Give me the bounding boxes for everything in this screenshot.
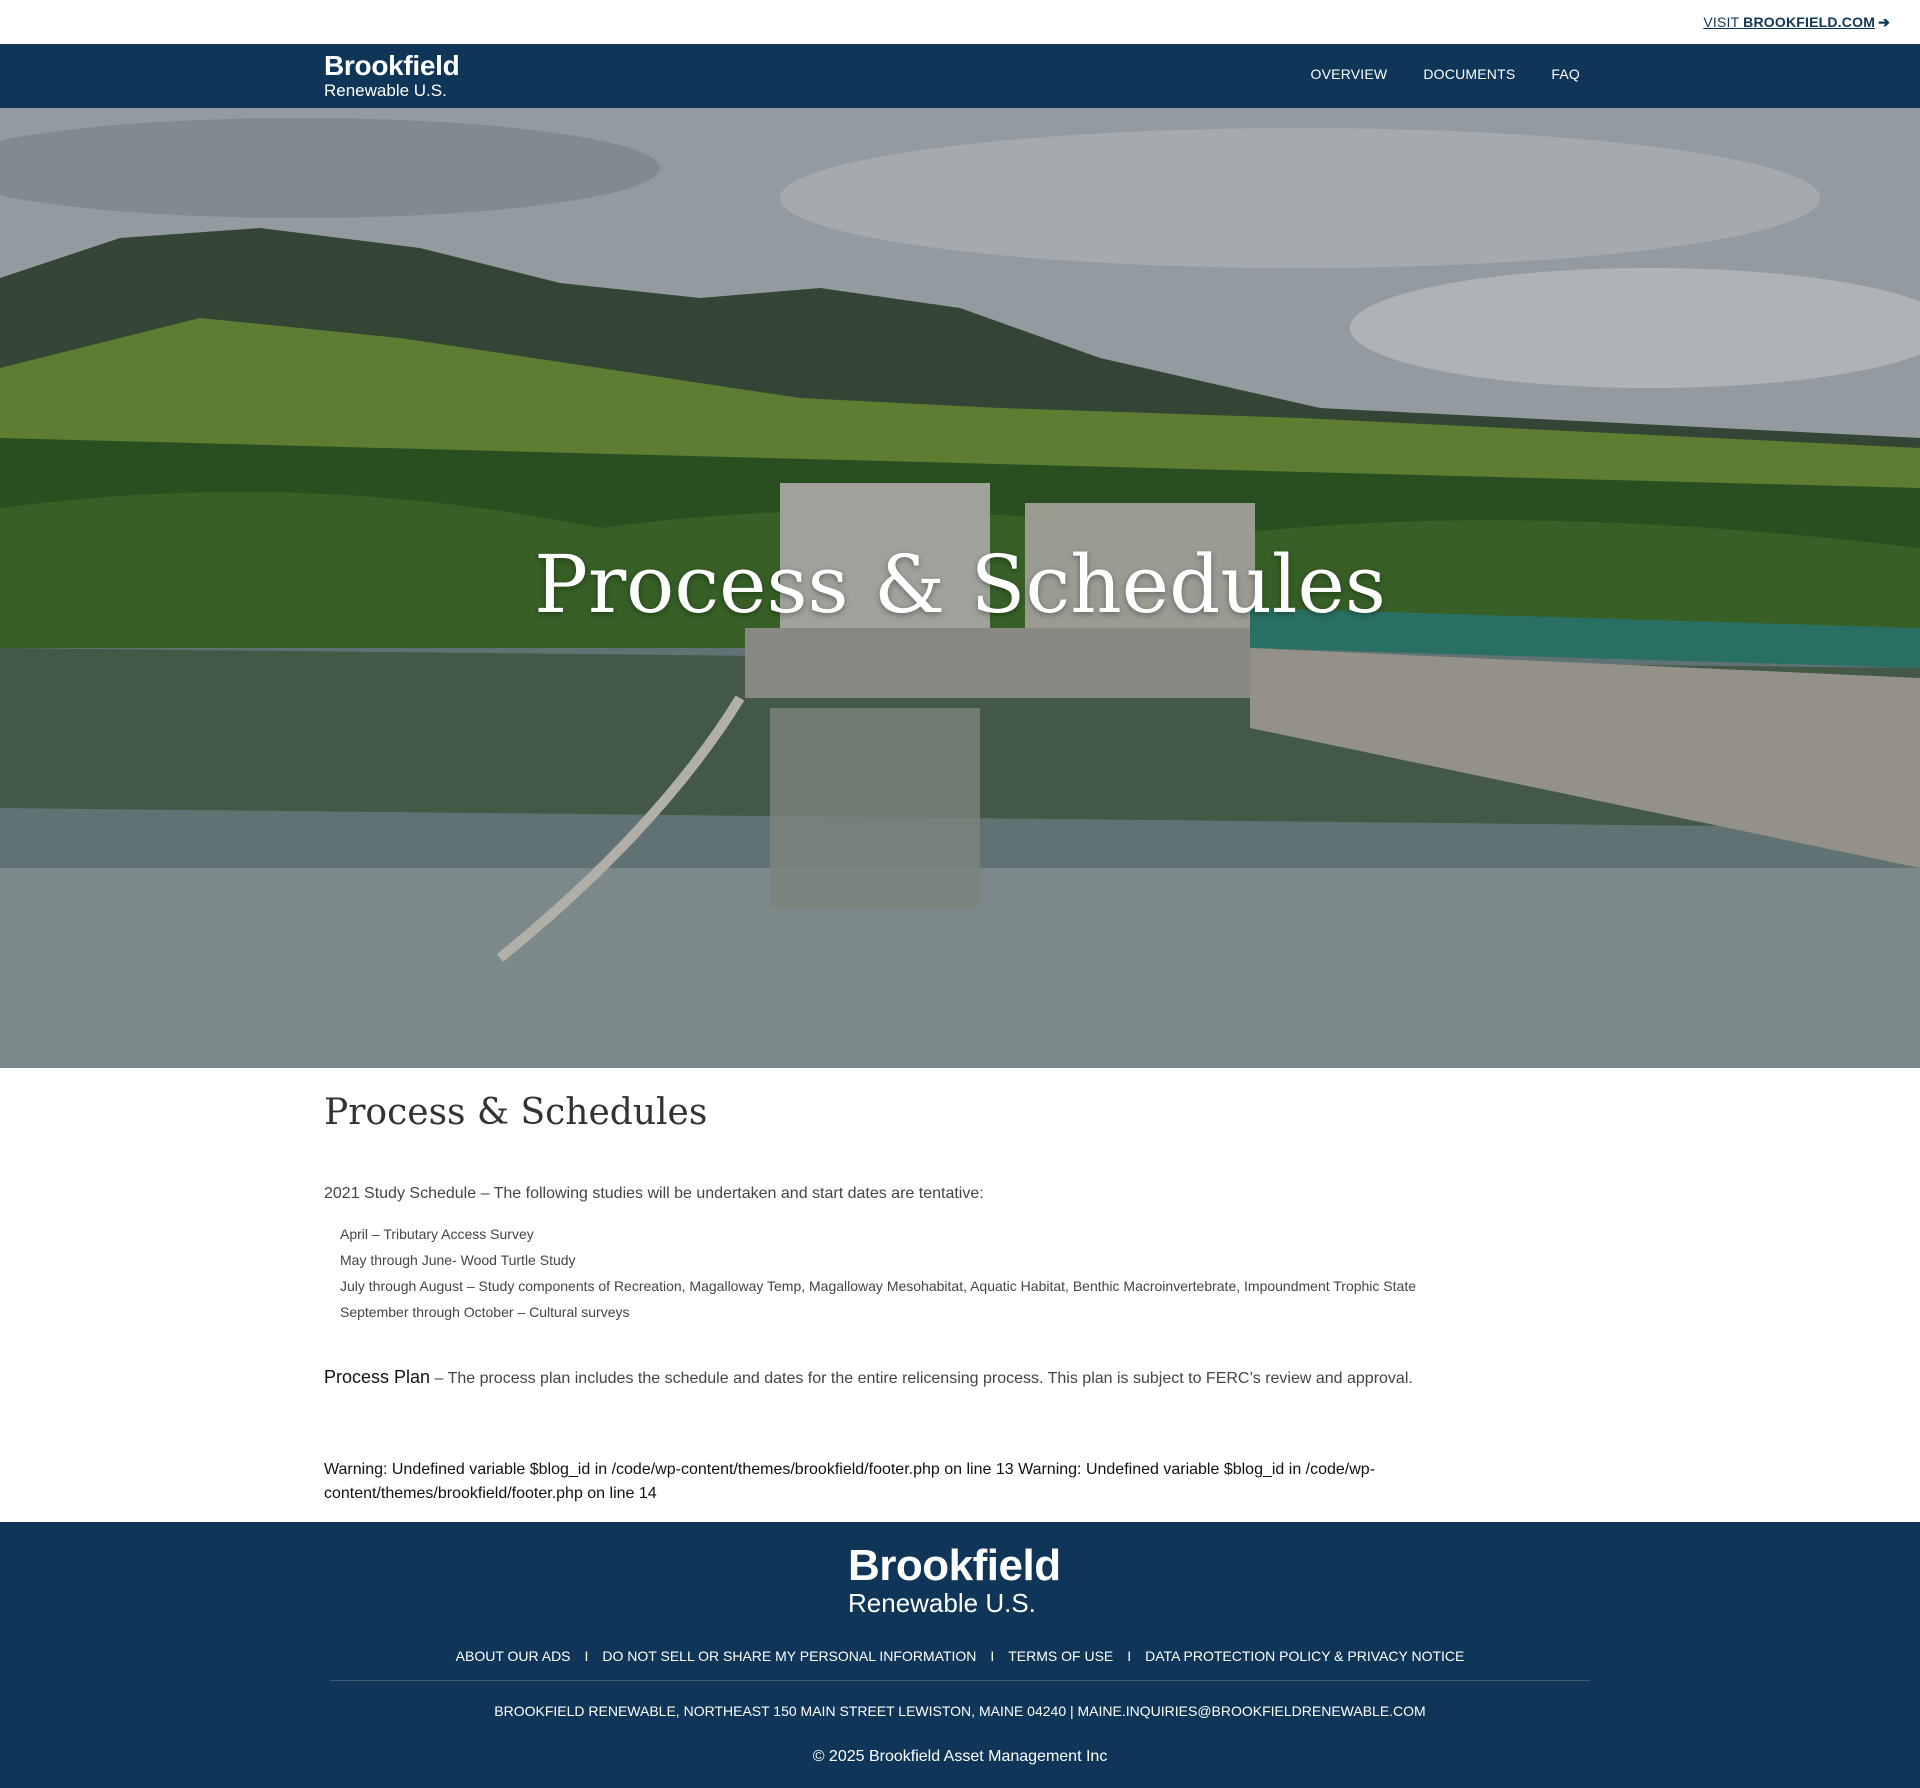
list-item: July through August – Study components o…: [340, 1278, 1416, 1294]
utility-bar: VISIT BROOKFIELD.COM ➔: [0, 0, 1920, 44]
brand-logo[interactable]: Brookfield Renewable U.S.: [324, 50, 460, 100]
visit-brookfield-link[interactable]: VISIT BROOKFIELD.COM ➔: [1703, 14, 1890, 31]
schedule-list: April – Tributary Access Survey May thro…: [324, 1221, 1596, 1325]
visit-site: BROOKFIELD.COM: [1743, 14, 1876, 30]
footer-separator: I: [990, 1648, 995, 1664]
footer-logo-line2: Renewable U.S.: [848, 1588, 1036, 1618]
main-nav: OVERVIEW DOCUMENTS FAQ: [1311, 66, 1580, 82]
footer-link-do-not-sell[interactable]: DO NOT SELL OR SHARE MY PERSONAL INFORMA…: [602, 1648, 976, 1664]
footer-divider: [330, 1680, 1590, 1681]
footer-separator: I: [584, 1648, 589, 1664]
footer-separator: I: [1127, 1648, 1132, 1664]
process-plan-text: – The process plan includes the schedule…: [430, 1370, 1413, 1387]
visit-prefix: VISIT: [1703, 14, 1744, 30]
list-item: May through June- Wood Turtle Study: [340, 1252, 576, 1268]
nav-overview[interactable]: OVERVIEW: [1311, 66, 1388, 82]
site-footer: Brookfield Renewable U.S. ABOUT OUR ADS I…: [0, 1522, 1920, 1788]
footer-copyright: © 2025 Brookfield Asset Management Inc: [812, 1748, 1108, 1765]
hero-title: Process & Schedules: [534, 538, 1386, 631]
process-plan-paragraph: Process Plan – The process plan includes…: [324, 1367, 1596, 1388]
site-header: Brookfield Renewable U.S. OVERVIEW DOCUM…: [0, 44, 1920, 108]
nav-faq[interactable]: FAQ: [1551, 66, 1580, 82]
footer-link-ads[interactable]: ABOUT OUR ADS: [456, 1648, 571, 1664]
arrow-right-icon: ➔: [1878, 14, 1890, 30]
logo-line2: Renewable U.S.: [324, 81, 447, 100]
process-plan-link[interactable]: Process Plan: [324, 1367, 430, 1387]
logo-line1: Brookfield: [324, 50, 460, 81]
footer-link-terms[interactable]: TERMS OF USE: [1008, 1648, 1113, 1664]
main-content: Process & Schedules 2021 Study Schedule …: [324, 1068, 1596, 1506]
footer-link-privacy[interactable]: DATA PROTECTION POLICY & PRIVACY NOTICE: [1145, 1648, 1464, 1664]
php-warning: Warning: Undefined variable $blog_id in …: [324, 1461, 1376, 1502]
schedule-intro: 2021 Study Schedule – The following stud…: [324, 1185, 984, 1202]
page-title: Process & Schedules: [324, 1092, 708, 1133]
footer-logo-line1: Brookfield: [848, 1541, 1061, 1590]
footer-logo[interactable]: Brookfield Renewable U.S.: [848, 1541, 1061, 1618]
list-item: September through October – Cultural sur…: [340, 1304, 630, 1320]
nav-documents[interactable]: DOCUMENTS: [1423, 66, 1515, 82]
footer-address: BROOKFIELD RENEWABLE, NORTHEAST 150 MAIN…: [494, 1703, 1426, 1719]
footer-links: ABOUT OUR ADS I DO NOT SELL OR SHARE MY PE…: [0, 1648, 1920, 1664]
hero-banner: Process & Schedules: [0, 108, 1920, 1068]
list-item: April – Tributary Access Survey: [340, 1226, 534, 1242]
